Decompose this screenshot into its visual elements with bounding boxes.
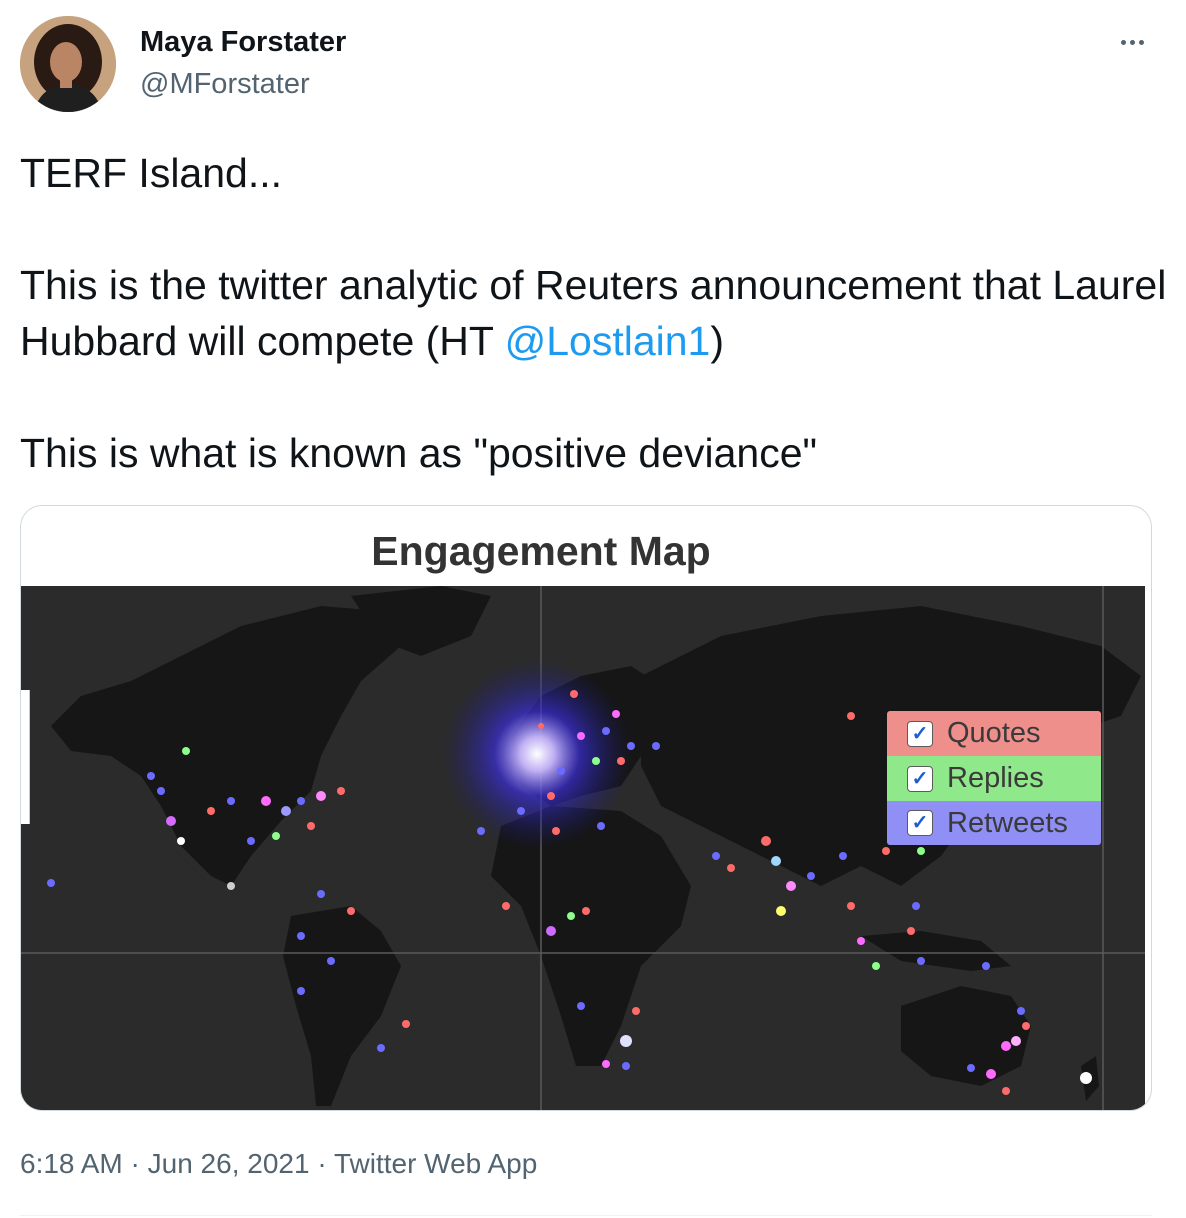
mention-link[interactable]: @Lostlain1 — [505, 318, 711, 364]
legend-label: Retweets — [947, 806, 1068, 839]
legend-item-quotes[interactable]: ✓ Quotes — [887, 711, 1101, 756]
tweet-line: This is the twitter analytic of Reuters … — [20, 257, 1170, 369]
checkbox-icon[interactable]: ✓ — [907, 720, 933, 747]
tweet-line: TERF Island... — [20, 150, 283, 196]
avatar[interactable] — [20, 16, 116, 112]
tweet-meta: 6:18 AM · Jun 26, 2021 · Twitter Web App — [20, 1148, 537, 1180]
divider — [20, 1215, 1152, 1216]
more-options-icon[interactable] — [1112, 24, 1152, 60]
map-legend: ✓ Quotes ✓ Replies ✓ Retweets — [887, 711, 1101, 845]
tweet-line-text: ) — [710, 318, 724, 364]
map-title: Engagement Map — [371, 528, 711, 574]
legend-label: Replies — [947, 762, 1044, 794]
tweet-date[interactable]: Jun 26, 2021 — [148, 1148, 310, 1179]
legend-item-replies[interactable]: ✓ Replies — [887, 756, 1101, 801]
world-map — [21, 586, 1145, 1110]
media-image[interactable]: Engagement Map ✓ Quotes ✓ Replies ✓ Retw… — [20, 505, 1152, 1111]
meta-separator: · — [122, 1148, 148, 1179]
author-handle[interactable]: @MForstater — [140, 68, 310, 101]
tweet-source-app[interactable]: Twitter Web App — [334, 1148, 537, 1179]
checkbox-icon[interactable]: ✓ — [907, 765, 933, 792]
checkbox-icon[interactable]: ✓ — [907, 810, 933, 836]
legend-label: Quotes — [947, 717, 1041, 749]
tweet-time[interactable]: 6:18 AM — [20, 1148, 123, 1179]
user-avatar-photo-icon — [20, 16, 116, 112]
engagement-map: ✓ Quotes ✓ Replies ✓ Retweets — [21, 586, 1145, 1110]
map-scroll-tab[interactable] — [21, 690, 30, 824]
author-name[interactable]: Maya Forstater — [140, 26, 346, 59]
tweet-line: This is what is known as "positive devia… — [20, 430, 818, 476]
legend-item-retweets[interactable]: ✓ Retweets — [887, 801, 1101, 845]
tweet-text: TERF Island... This is the twitter analy… — [20, 145, 1170, 481]
meta-separator: · — [309, 1148, 334, 1179]
